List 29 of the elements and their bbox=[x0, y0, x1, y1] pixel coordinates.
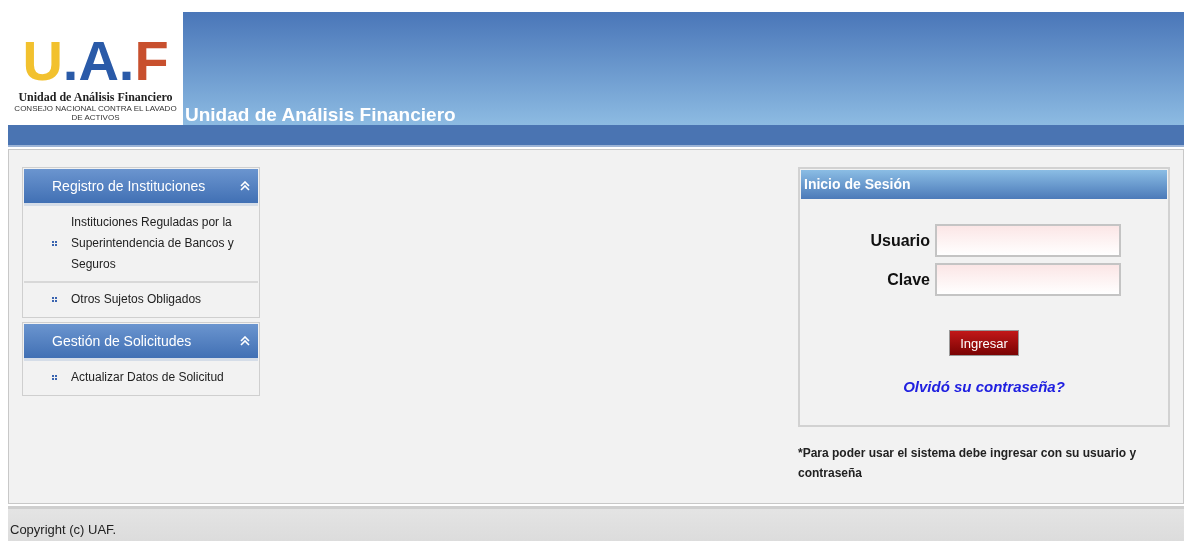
logo-tagline: CONSEJO NACIONAL CONTRA EL LAVADO DE ACTIVOS bbox=[13, 104, 178, 122]
field-label: Clave bbox=[886, 269, 931, 290]
bullet-dots-icon bbox=[52, 241, 57, 247]
section-header[interactable]: Gestión de Solicitudes bbox=[24, 324, 258, 362]
logo-letter: . bbox=[62, 31, 79, 91]
menu-item[interactable]: Actualizar Datos de Solicitud bbox=[24, 361, 258, 395]
double-chevron-up-icon[interactable] bbox=[240, 181, 250, 192]
double-chevron-up-icon[interactable] bbox=[240, 336, 250, 347]
menu-item[interactable]: Instituciones Reguladas por la Superintendencia de Bancos y Seguros bbox=[24, 206, 258, 282]
bullet-dots-icon bbox=[52, 297, 57, 303]
logo-letter: . bbox=[118, 31, 135, 91]
login-button[interactable]: Ingresar bbox=[949, 330, 1019, 357]
login-title: Inicio de Sesión bbox=[801, 170, 1167, 200]
bullet-dots-icon bbox=[52, 375, 57, 381]
site-title: Unidad de Análisis Financiero bbox=[185, 104, 456, 126]
logo-letter: U bbox=[22, 31, 63, 91]
field-label: Usuario bbox=[869, 230, 931, 251]
menu-item[interactable]: Otros Sujetos Obligados bbox=[24, 281, 258, 317]
input-field[interactable] bbox=[935, 224, 1121, 258]
section-title: Registro de Instituciones bbox=[52, 176, 206, 196]
logo-letter: A bbox=[78, 31, 119, 91]
section-title: Gestión de Solicitudes bbox=[52, 331, 192, 351]
logo-name: Unidad de Análisis Financiero bbox=[18, 91, 173, 104]
copyright-text: Copyright (c) UAF. bbox=[10, 522, 117, 537]
forgot-password-link[interactable]: Olvidó su contraseña? bbox=[903, 376, 1065, 399]
section-header[interactable]: Registro de Instituciones bbox=[24, 169, 258, 207]
logo-letter: F bbox=[134, 31, 169, 91]
input-field[interactable] bbox=[935, 263, 1121, 297]
login-note: *Para poder usar el sistema debe ingresar con su usuario y contraseña bbox=[798, 445, 1138, 483]
